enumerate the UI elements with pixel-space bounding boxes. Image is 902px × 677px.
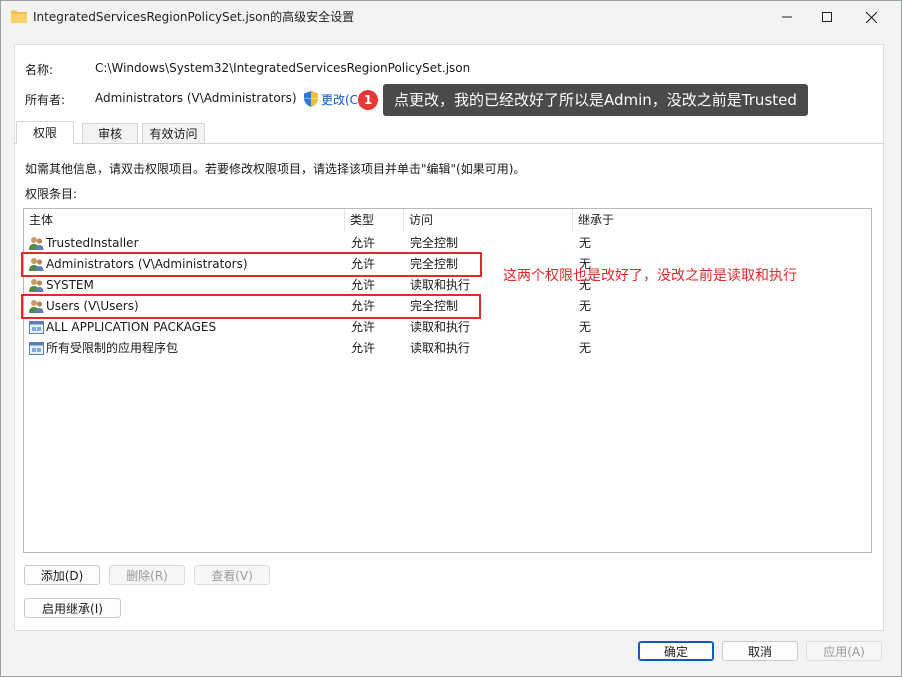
annotation-note: 这两个权限也是改好了，没改之前是读取和执行: [503, 268, 797, 284]
maximize-button[interactable]: [805, 1, 849, 33]
instructions-text: 如需其他信息，请双击权限项目。若要修改权限项目，请选择该项目并单击"编辑"(如果…: [25, 162, 526, 176]
step-badge: 1: [358, 90, 378, 110]
cell-type: 允许: [351, 278, 376, 292]
name-value[interactable]: C:\Windows\System32\IntegratedServicesRe…: [95, 61, 470, 75]
cell-inherited: 无: [579, 236, 592, 250]
cell-access: 读取和执行: [410, 320, 471, 334]
users-icon: [29, 279, 44, 292]
column-header-type[interactable]: 类型: [345, 209, 404, 231]
cell-principal: TrustedInstaller: [46, 236, 139, 250]
users-icon: [29, 258, 44, 271]
app-package-icon: [29, 342, 44, 355]
cell-type: 允许: [351, 299, 376, 313]
tab-permissions[interactable]: 权限: [16, 121, 74, 144]
cell-access: 读取和执行: [410, 278, 471, 292]
uac-shield-icon: [304, 91, 318, 107]
cell-type: 允许: [351, 236, 376, 250]
cell-type: 允许: [351, 341, 376, 355]
cell-type: 允许: [351, 257, 376, 271]
name-label: 名称:: [25, 63, 54, 77]
cell-access: 完全控制: [410, 299, 459, 313]
cell-inherited: 无: [579, 299, 592, 313]
tab-effective-access[interactable]: 有效访问: [142, 123, 205, 144]
cell-type: 允许: [351, 320, 376, 334]
cell-access: 读取和执行: [410, 341, 471, 355]
owner-label: 所有者:: [25, 93, 66, 107]
remove-button[interactable]: 删除(R): [109, 565, 185, 585]
table-row[interactable]: Users (V\Users) 允许 完全控制 无: [24, 296, 871, 317]
folder-icon: [11, 10, 27, 23]
view-button[interactable]: 查看(V): [194, 565, 270, 585]
cell-inherited: 无: [579, 341, 592, 355]
table-row[interactable]: 所有受限制的应用程序包 允许 读取和执行 无: [24, 338, 871, 359]
table-row[interactable]: TrustedInstaller 允许 完全控制 无: [24, 233, 871, 254]
minimize-button[interactable]: [765, 1, 809, 33]
ok-button[interactable]: 确定: [638, 641, 714, 661]
column-header-principal[interactable]: 主体: [24, 209, 345, 231]
cell-principal: 所有受限制的应用程序包: [46, 341, 179, 355]
apply-button[interactable]: 应用(A): [806, 641, 882, 661]
column-header-access[interactable]: 访问: [404, 209, 573, 231]
add-button[interactable]: 添加(D): [24, 565, 100, 585]
maximize-icon: [822, 12, 832, 22]
cell-access: 完全控制: [410, 257, 459, 271]
close-icon: [865, 11, 877, 23]
cell-principal: SYSTEM: [46, 278, 94, 292]
close-button[interactable]: [849, 1, 893, 33]
users-icon: [29, 300, 44, 313]
app-package-icon: [29, 321, 44, 334]
table-row[interactable]: ALL APPLICATION PACKAGES 允许 读取和执行 无: [24, 317, 871, 338]
cell-principal: Administrators (V\Administrators): [46, 257, 248, 271]
tab-auditing[interactable]: 审核: [82, 123, 138, 144]
advanced-security-window: IntegratedServicesRegionPolicySet.json的高…: [0, 0, 902, 677]
owner-value: Administrators (V\Administrators): [95, 91, 297, 105]
users-icon: [29, 237, 44, 250]
entries-label: 权限条目:: [25, 187, 78, 201]
cell-principal: Users (V\Users): [46, 299, 139, 313]
cancel-button[interactable]: 取消: [722, 641, 798, 661]
title-bar: IntegratedServicesRegionPolicySet.json的高…: [1, 1, 901, 33]
annotation-callout: 点更改，我的已经改好了所以是Admin，没改之前是Trusted: [383, 84, 808, 116]
change-owner-link[interactable]: 更改(C): [321, 91, 363, 108]
permission-entries-list[interactable]: 主体 类型 访问 继承于 TrustedInstaller 允许 完全控制 无 …: [23, 208, 872, 553]
cell-access: 完全控制: [410, 236, 459, 250]
window-title: IntegratedServicesRegionPolicySet.json的高…: [33, 10, 355, 24]
cell-inherited: 无: [579, 320, 592, 334]
enable-inheritance-button[interactable]: 启用继承(I): [24, 598, 121, 618]
cell-principal: ALL APPLICATION PACKAGES: [46, 320, 217, 334]
tab-divider: [14, 143, 884, 144]
column-header-inherited[interactable]: 继承于: [573, 209, 871, 231]
minimize-icon: [782, 16, 792, 18]
